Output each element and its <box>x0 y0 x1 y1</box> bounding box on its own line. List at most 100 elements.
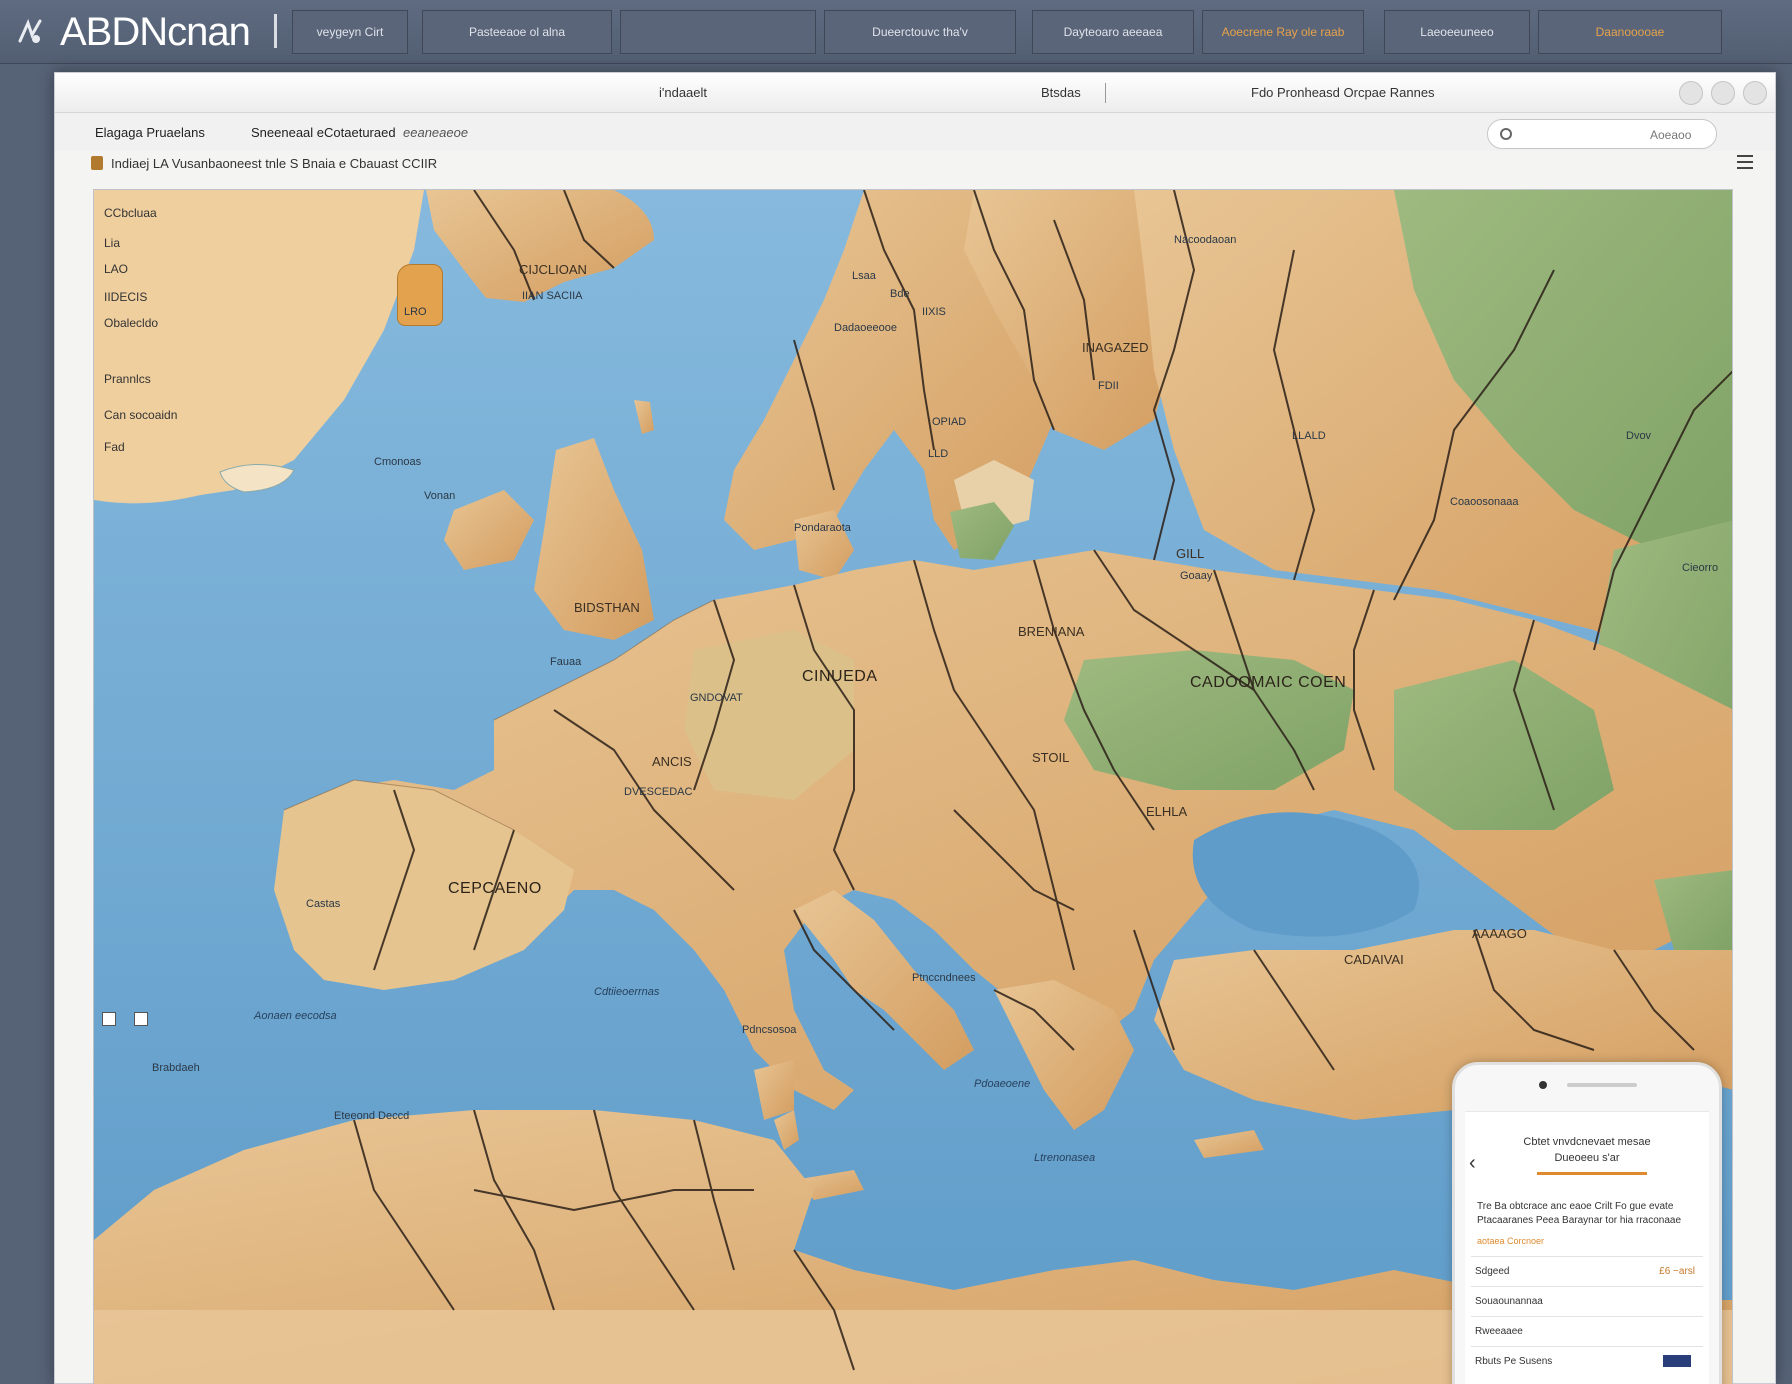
tab-4[interactable]: Dueerctouvc tha'v <box>824 10 1016 54</box>
window-title-right: Fdo Pronheasd Orcpae Rannes <box>1251 85 1435 100</box>
map-label: AAAAGO <box>1472 926 1527 941</box>
toolbar-item-2[interactable]: Sneeneaal eCotaeturaed <box>251 125 396 140</box>
row-value: £6 −arsl <box>1659 1266 1695 1277</box>
map-label: Coaoosonaaa <box>1450 496 1519 508</box>
tab-3[interactable] <box>620 10 816 54</box>
brand[interactable]: ABDNcnan <box>14 8 251 56</box>
app-title: ABDNcnan <box>60 9 251 54</box>
mobile-preview: ‹ Cbtet vnvdcnevaet mesae Dueoeeu s'ar T… <box>1452 1062 1722 1384</box>
bookmark-icon <box>91 156 103 170</box>
toolbar-item-1[interactable]: Elagaga Pruaelans <box>95 125 205 140</box>
row-label: Sdgeed <box>1475 1266 1510 1277</box>
flag-icon <box>1663 1355 1691 1367</box>
map-label: Goaay <box>1180 570 1213 582</box>
tab-6[interactable]: Aoecrene Ray ole raab <box>1202 10 1364 54</box>
legend-item: IIDECIS <box>104 290 148 304</box>
breadcrumb: Indiaej LA Vusanbaoneest tnle S Bnaia e … <box>91 151 437 175</box>
map-label: Castas <box>306 898 341 910</box>
map-label: Ptnccndnees <box>912 972 976 984</box>
speaker-grille <box>1567 1083 1637 1087</box>
legend-item: CCbcluaa <box>104 206 157 220</box>
mobile-link[interactable]: aotaea Corcnoer <box>1477 1236 1544 1246</box>
app-header: ABDNcnan veygeyn Cirt Pasteeaoe ol alna … <box>0 0 1792 64</box>
map-label: CADOOMAIC COEN <box>1190 674 1347 691</box>
toolbar: Elagaga Pruaelans Sneeneaal eCotaeturaed… <box>55 113 1775 151</box>
row-label: Rweeaaee <box>1475 1326 1523 1337</box>
hamburger-menu-icon[interactable] <box>1737 155 1753 169</box>
mobile-body-text: Tre Ba obtcrace anc eaoe Crilt Fo gue ev… <box>1477 1201 1682 1226</box>
window-controls <box>1679 81 1767 105</box>
map-label: Vonan <box>424 490 456 502</box>
search-input[interactable] <box>1522 126 1642 140</box>
search-box[interactable]: Aoeaoo <box>1487 119 1717 149</box>
legend-item: LAO <box>104 262 129 276</box>
search-label: Aoeaoo <box>1650 128 1692 142</box>
mobile-list-row[interactable]: Rbuts Pe Susens <box>1471 1346 1703 1376</box>
brand-divider <box>274 14 277 48</box>
legend-item: Fad <box>104 440 125 454</box>
map-label: ELHLA <box>1146 804 1188 819</box>
map-label: INAGAZED <box>1082 340 1149 355</box>
map-label: Pondaraota <box>794 522 851 534</box>
map-label: Bde <box>890 288 910 300</box>
map-label: OPIAD <box>932 416 967 428</box>
tab-5[interactable]: Dayteoaro aeeaea <box>1032 10 1194 54</box>
breadcrumb-text[interactable]: Indiaej LA Vusanbaoneest tnle S Bnaia e … <box>111 156 437 171</box>
map-label: CADAIVAI <box>1344 952 1404 967</box>
window-title-left: i'ndaaelt <box>659 85 708 100</box>
map-label: IIXIS <box>922 306 946 318</box>
map-label: CIJCLIOAN <box>519 262 587 277</box>
minimize-button[interactable] <box>1679 81 1703 105</box>
mobile-list-row[interactable]: Rweeaaee <box>1471 1316 1703 1346</box>
close-button[interactable] <box>1743 81 1767 105</box>
map-label: Brabdaeh <box>152 1062 200 1074</box>
legend-item: Obalecldo <box>104 316 159 330</box>
map-label: GNDOVAT <box>690 692 743 704</box>
tab-2[interactable]: Pasteeaoe ol alna <box>422 10 612 54</box>
map-label: LLALD <box>1292 430 1326 442</box>
map-label: Dadaoeeooe <box>834 322 898 334</box>
mobile-subtitle: Dueoeeu s'ar <box>1554 1152 1620 1164</box>
tab-7[interactable]: Laeoeeuneeo <box>1384 10 1530 54</box>
row-label: Souaounannaa <box>1475 1296 1543 1307</box>
camera-icon <box>1539 1081 1547 1089</box>
mobile-screen: ‹ Cbtet vnvdcnevaet mesae Dueoeeu s'ar T… <box>1465 1111 1709 1384</box>
layer-checkbox[interactable] <box>134 1012 148 1026</box>
map-label: Cieorro <box>1682 562 1719 574</box>
layer-checkbox[interactable] <box>102 1012 116 1026</box>
map-label: Pdncsosoa <box>742 1024 797 1036</box>
map-label: Ltrenonasea <box>1034 1152 1096 1164</box>
tab-8[interactable]: Daanooooae <box>1538 10 1722 54</box>
map-label: Pdoaeoene <box>974 1078 1031 1090</box>
map-label: Lsaa <box>852 270 876 282</box>
mobile-title: Cbtet vnvdcnevaet mesae <box>1523 1136 1651 1148</box>
map-label: FDII <box>1098 380 1119 392</box>
map-label: BRENIANA <box>1018 624 1085 639</box>
map-label: LLD <box>928 448 949 460</box>
map-label: Aonaen eecodsa <box>254 1010 337 1022</box>
window-title-mid: Btsdas <box>1041 85 1081 100</box>
window-titlebar: i'ndaaelt Btsdas Fdo Pronheasd Orcpae Ra… <box>55 73 1775 113</box>
map-label: Dvov <box>1626 430 1652 442</box>
mobile-list-row[interactable]: Souaounannaa <box>1471 1286 1703 1316</box>
compass-icon <box>18 18 42 43</box>
title-divider <box>1105 83 1106 103</box>
tab-1[interactable]: veygeyn Cirt <box>292 10 408 54</box>
map-label: GILL <box>1176 546 1205 561</box>
mobile-list-row[interactable]: Sdgeed £6 −arsl <box>1471 1256 1703 1286</box>
region-marker-label: LRO <box>404 306 427 318</box>
legend-item: Can socoaidn <box>104 408 178 422</box>
map-label: BIDSTHAN <box>574 600 640 615</box>
map-label: CINUEDA <box>802 668 878 685</box>
map-label: ANCIS <box>652 754 692 769</box>
toolbar-item-3[interactable]: eeaneaeoe <box>403 125 468 140</box>
map-label: Cdtiieoerrnas <box>594 986 660 998</box>
map-label: STOIL <box>1032 750 1070 765</box>
map-label: Fauaa <box>550 656 582 668</box>
maximize-button[interactable] <box>1711 81 1735 105</box>
map-label: DVESCEDAC <box>624 786 693 798</box>
map-legend: CCbcluaa Lia LAO IIDECIS Obalecldo Prann… <box>94 190 222 550</box>
map-label: Nacoodaoan <box>1174 234 1237 246</box>
mobile-accent-bar <box>1537 1172 1647 1175</box>
legend-item: Prannlcs <box>104 372 151 386</box>
